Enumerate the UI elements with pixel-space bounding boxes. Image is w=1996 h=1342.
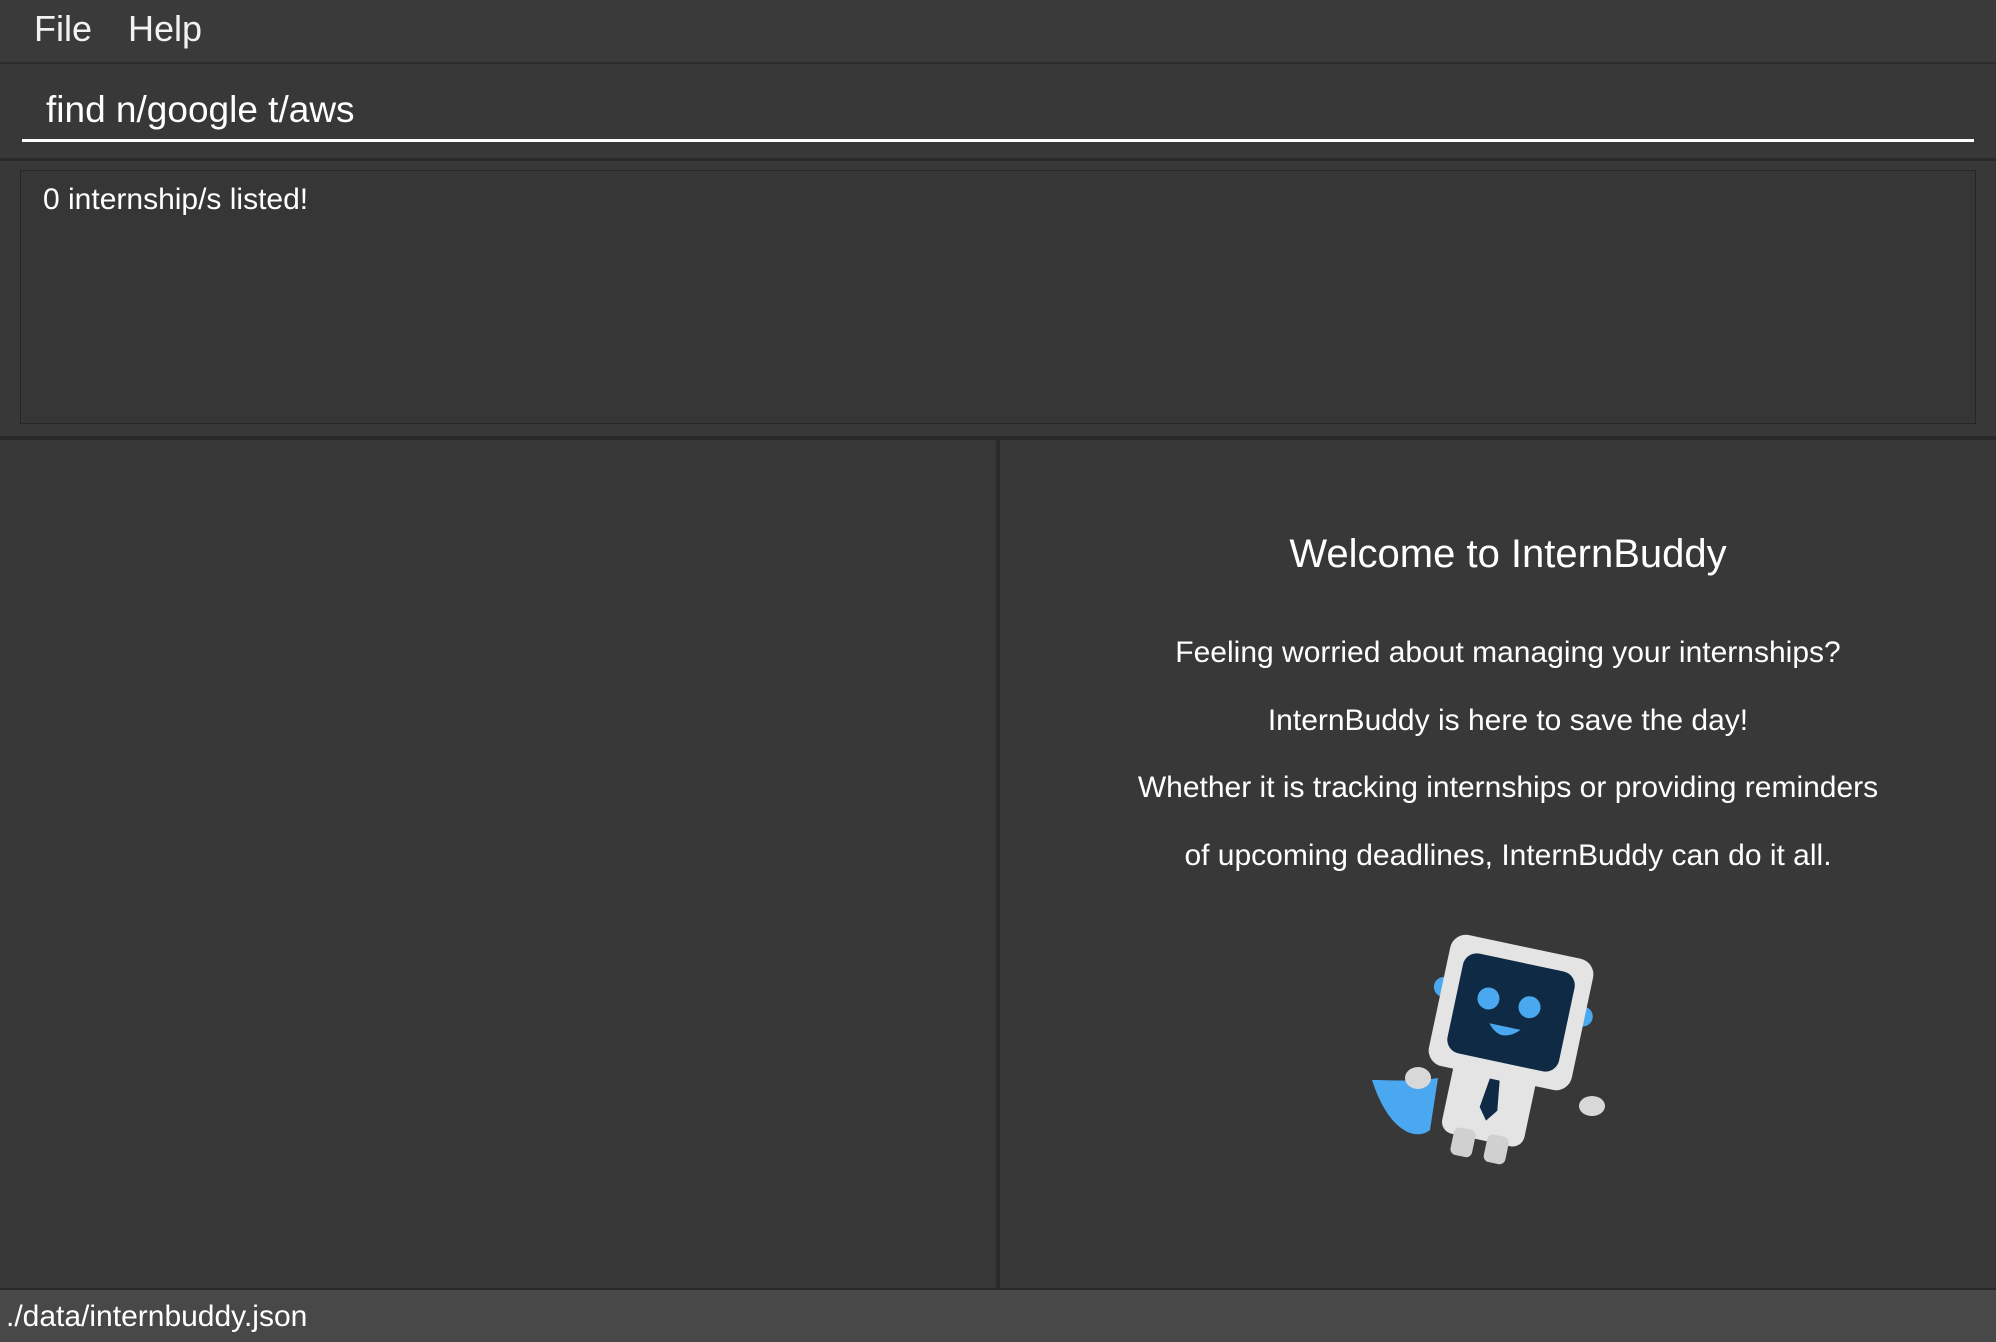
- welcome-line: Feeling worried about managing your inte…: [1175, 636, 1841, 669]
- menu-bar: File Help: [0, 0, 1996, 64]
- welcome-line: Whether it is tracking internships or pr…: [1137, 771, 1879, 804]
- robot-mascot-icon: [1372, 934, 1605, 1165]
- menu-help[interactable]: Help: [128, 8, 202, 50]
- main-window: File Help 0 internship/s listed! Welcome…: [0, 0, 1996, 1342]
- divider: [0, 158, 1996, 161]
- status-file-path: ./data/internbuddy.json: [6, 1300, 308, 1333]
- status-bar: ./data/internbuddy.json: [0, 1288, 1996, 1342]
- command-input[interactable]: [22, 80, 1974, 142]
- internship-list-panel[interactable]: [0, 440, 996, 1288]
- menu-file[interactable]: File: [34, 8, 92, 50]
- result-message: 0 internship/s listed!: [43, 183, 309, 216]
- welcome-title: Welcome to InternBuddy: [1289, 532, 1727, 576]
- command-box: [0, 64, 1996, 158]
- result-display: 0 internship/s listed!: [20, 170, 1976, 424]
- welcome-panel: Welcome to InternBuddy Feeling worried a…: [1000, 440, 1996, 1288]
- welcome-line: of upcoming deadlines, InternBuddy can d…: [1184, 839, 1832, 872]
- welcome-line: InternBuddy is here to save the day!: [1267, 704, 1749, 737]
